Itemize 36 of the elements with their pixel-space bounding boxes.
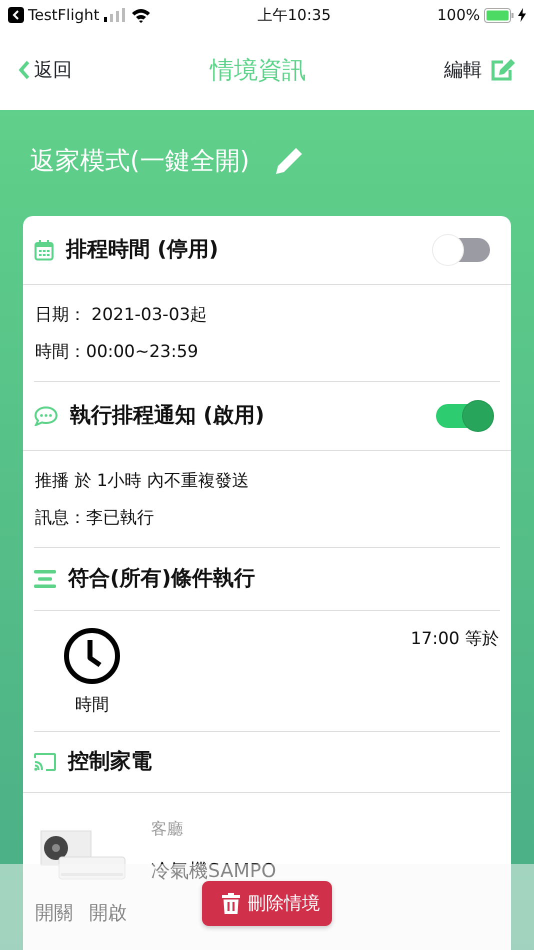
status-time: 上午10:35: [258, 6, 331, 24]
edit-icon: [490, 58, 516, 82]
switch-label: 開關: [35, 901, 73, 926]
condition-label: 時間: [75, 694, 109, 716]
info-text: 日期： 2021-03-03起: [35, 304, 208, 326]
pencil-icon[interactable]: [274, 146, 304, 176]
section-title: 符合(所有)條件執行: [68, 564, 256, 592]
delete-button[interactable]: 刪除情境: [202, 881, 332, 926]
device-name: 冷氣機SAMPO: [151, 858, 276, 884]
edit-button[interactable]: 編輯: [444, 56, 516, 84]
signal-icon: [103, 8, 128, 22]
room-label: 客廳: [151, 818, 184, 840]
list-icon: [34, 568, 56, 588]
calendar-icon: [34, 238, 54, 260]
section-title: 執行排程通知 (啟用): [70, 402, 265, 429]
wifi-icon: [131, 8, 152, 22]
page-title: 情境資訊: [210, 55, 306, 86]
section-title: 排程時間 (停用): [66, 236, 219, 263]
back-app-icon: [8, 7, 24, 23]
info-text: 推播 於 1小時 內不重複發送: [35, 470, 250, 492]
section-title: 控制家電: [68, 748, 152, 775]
cast-icon: [34, 752, 56, 770]
back-chevron-icon: [18, 60, 30, 80]
clock-icon: [63, 626, 121, 684]
scene-name: 返家模式(一鍵全開): [30, 145, 250, 177]
back-button[interactable]: 返回: [18, 56, 72, 84]
switch-value: 開啟: [89, 901, 127, 926]
info-text: 訊息：李已執行: [35, 506, 155, 530]
trash-icon: [222, 893, 240, 914]
chat-bubble-icon: [34, 406, 58, 426]
charging-icon: [518, 8, 526, 22]
info-text: 時間：00:00~23:59: [35, 340, 200, 364]
back-app-label[interactable]: TestFlight: [28, 4, 100, 26]
battery-percent: 100%: [437, 4, 480, 26]
battery-icon: [484, 8, 514, 22]
condition-value: 17:00 等於: [410, 628, 499, 650]
